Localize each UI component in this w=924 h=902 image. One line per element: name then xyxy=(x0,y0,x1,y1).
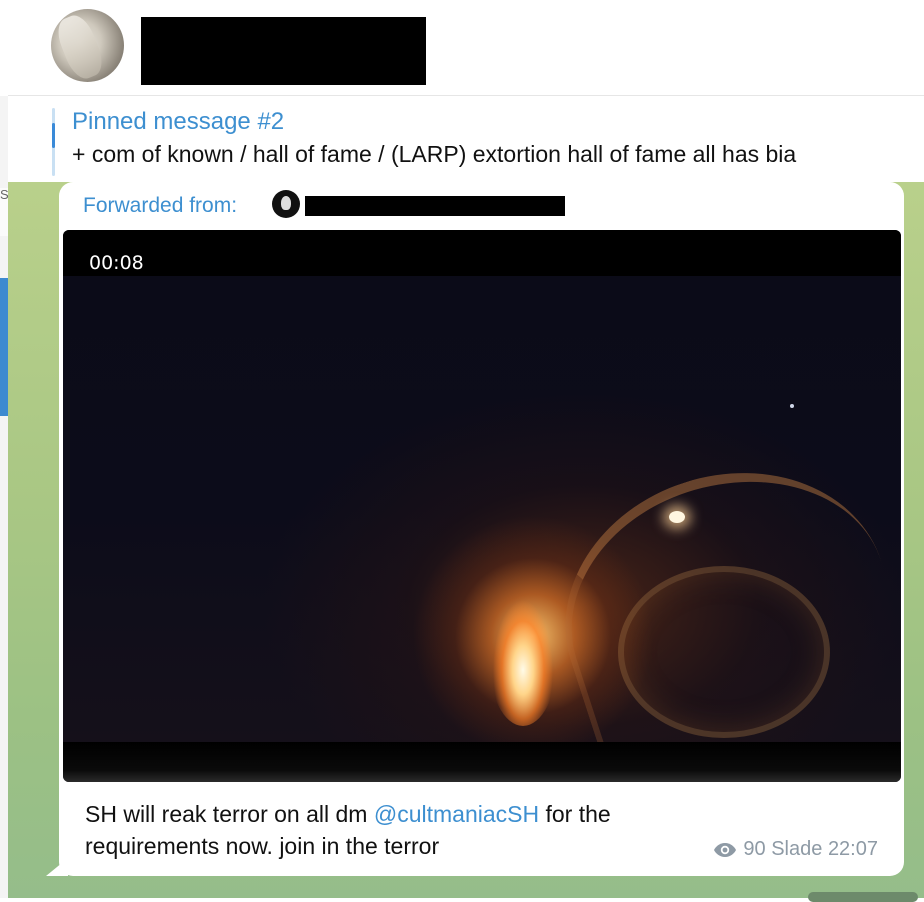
forwarded-from-label: Forwarded from: xyxy=(83,194,238,217)
window-left-edge xyxy=(0,0,8,898)
video-fire xyxy=(488,586,558,726)
view-count: 90 xyxy=(743,838,766,860)
pinned-message-bar[interactable]: Pinned message #2 + com of known / hall … xyxy=(8,96,924,182)
pinned-text: + com of known / hall of fame / (LARP) e… xyxy=(72,141,797,167)
forward-source-avatar-icon[interactable] xyxy=(272,190,300,218)
message-caption: SH will reak terror on all dm @cultmania… xyxy=(85,798,725,862)
avatar[interactable] xyxy=(51,9,124,82)
eye-icon xyxy=(714,842,737,857)
video-frame xyxy=(63,276,901,782)
pinned-title: Pinned message #2 xyxy=(72,108,285,135)
video-bottom-letterbox xyxy=(63,742,901,782)
video-car-wheel xyxy=(618,566,830,738)
caption-text-1: SH will reak terror on all dm xyxy=(85,801,374,827)
redacted-chat-name xyxy=(141,17,426,85)
chat-header xyxy=(0,0,924,96)
video-player[interactable]: 00:08 xyxy=(63,230,901,782)
side-panel-letter: S xyxy=(0,187,9,202)
side-panel-selected-item[interactable] xyxy=(0,278,8,416)
message-meta: 90 Slade 22:07 xyxy=(713,838,878,861)
mention-link[interactable]: @cultmaniacSH xyxy=(374,801,539,827)
pinned-indicator-active xyxy=(52,123,55,148)
scroll-to-bottom-indicator[interactable] xyxy=(808,892,918,902)
message-time: 22:07 xyxy=(827,838,878,860)
video-light-glint xyxy=(669,511,685,523)
message-bubble[interactable]: Forwarded from: 00:08 SH will reak terro… xyxy=(59,182,904,876)
message-author: Slade xyxy=(771,838,823,860)
redacted-forward-source xyxy=(305,196,565,216)
video-duration: 00:08 xyxy=(89,252,144,274)
video-light-point xyxy=(790,404,794,408)
video-top-letterbox xyxy=(63,230,901,276)
